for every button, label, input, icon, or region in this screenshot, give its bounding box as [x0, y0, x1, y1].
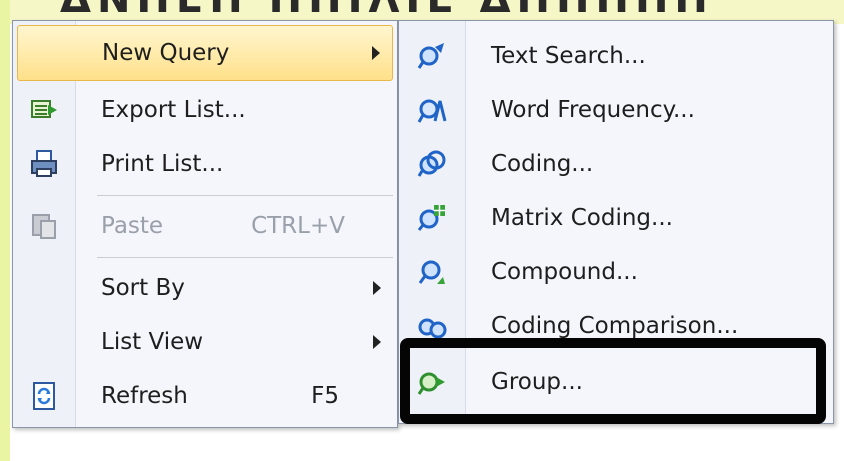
- menu-item-export-list[interactable]: Export List...: [17, 83, 393, 137]
- submenu-item-label: Coding...: [491, 151, 594, 177]
- menu-item-paste[interactable]: Paste CTRL+V: [17, 199, 393, 253]
- text-search-icon: [417, 41, 447, 71]
- compound-icon: [417, 257, 447, 287]
- submenu-item-label: Matrix Coding...: [491, 205, 673, 231]
- export-list-icon: [29, 95, 59, 125]
- menu-item-label: Print List...: [101, 151, 224, 177]
- shortcut-label: CTRL+V: [251, 213, 345, 239]
- submenu-arrow-icon: [373, 281, 381, 295]
- menu-item-label: New Query: [102, 40, 230, 66]
- menu-item-label: Export List...: [101, 97, 246, 123]
- submenu-arrow-icon: [372, 46, 380, 60]
- menu-item-label: Sort By: [101, 275, 185, 301]
- submenu-item-matrix-coding[interactable]: Matrix Coding...: [403, 191, 829, 245]
- menu-item-label: List View: [101, 329, 204, 355]
- menu-item-list-view[interactable]: List View: [17, 315, 393, 369]
- menu-item-print-list[interactable]: Print List...: [17, 137, 393, 191]
- paste-icon: [29, 211, 59, 241]
- menu-separator: [97, 257, 393, 258]
- shortcut-label: F5: [311, 383, 339, 409]
- coding-icon: [417, 149, 447, 179]
- submenu-item-text-search[interactable]: Text Search...: [403, 29, 829, 83]
- submenu-item-coding[interactable]: Coding...: [403, 137, 829, 191]
- word-frequency-icon: [417, 95, 447, 125]
- submenu-item-label: Coding Comparison...: [491, 313, 739, 339]
- print-icon: [29, 149, 59, 179]
- matrix-coding-icon: [417, 203, 447, 233]
- focus-highlight-box: [400, 338, 826, 424]
- menu-item-label: Paste: [101, 213, 164, 239]
- submenu-item-label: Compound...: [491, 259, 638, 285]
- menu-item-label: Refresh: [101, 383, 188, 409]
- submenu-item-label: Text Search...: [491, 43, 646, 69]
- submenu-item-word-frequency[interactable]: Word Frequency...: [403, 83, 829, 137]
- refresh-icon: [29, 381, 59, 411]
- coding-comparison-icon: [417, 311, 447, 341]
- menu-separator: [97, 195, 393, 196]
- submenu-arrow-icon: [373, 335, 381, 349]
- submenu-item-compound[interactable]: Compound...: [403, 245, 829, 299]
- context-menu: New Query Export List... Print List... P…: [12, 20, 398, 428]
- menu-item-refresh[interactable]: Refresh F5: [17, 369, 393, 423]
- submenu-item-label: Word Frequency...: [491, 97, 695, 123]
- background-ghost-text: ΔΝΠΕΠ ΠΠΙΛΙΕ ΔΠΠΠΠΠ: [60, 0, 714, 22]
- left-accent-bar: [0, 0, 10, 461]
- menu-item-sort-by[interactable]: Sort By: [17, 261, 393, 315]
- menu-item-new-query[interactable]: New Query: [17, 25, 393, 81]
